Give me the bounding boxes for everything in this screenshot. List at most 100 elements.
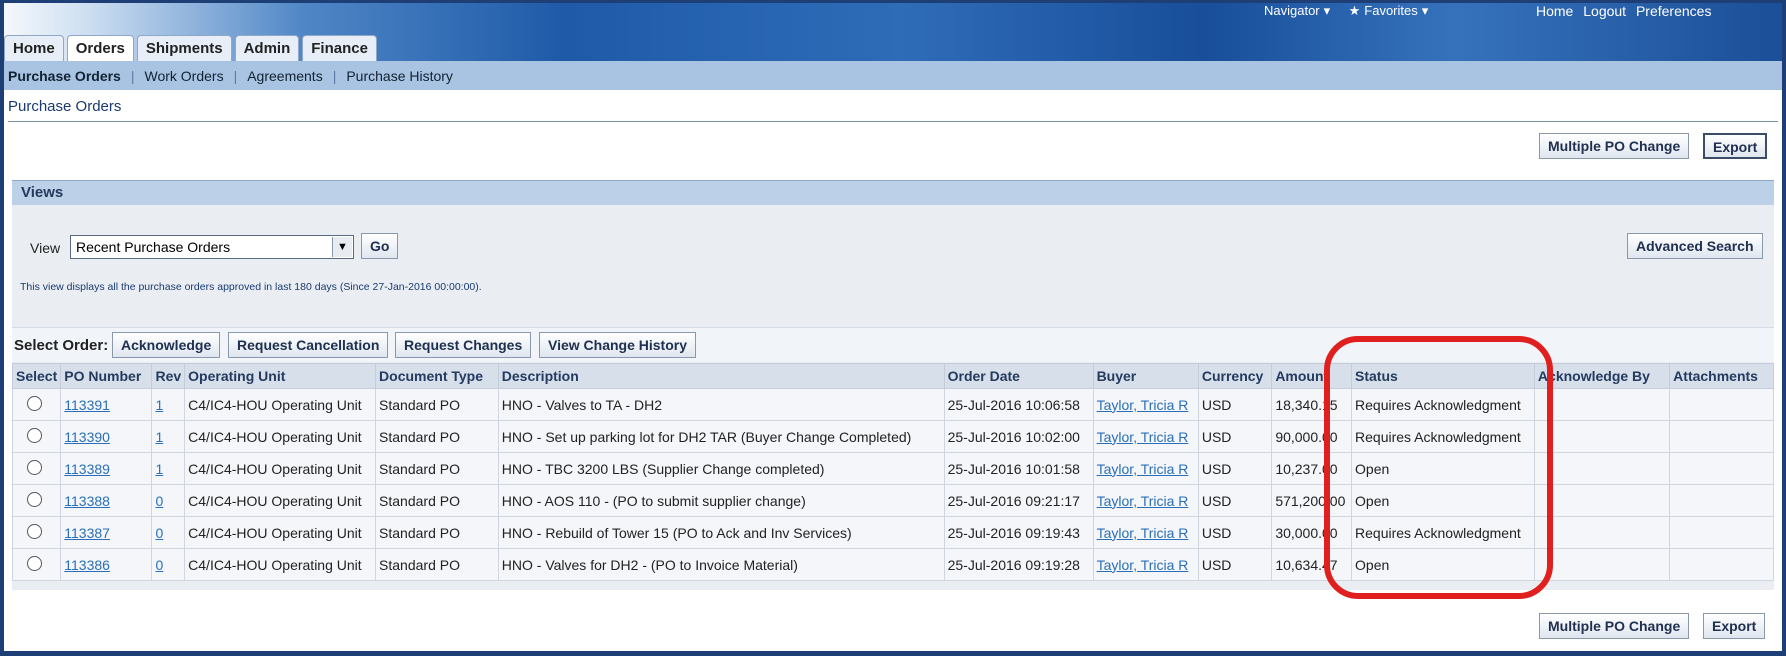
operating-unit: C4/IC4-HOU Operating Unit [184,420,377,453]
document-type: Standard PO [375,516,499,549]
app-window: Navigator ▾ ★ Favorites ▾ Home Logout Prefe… [4,3,1782,651]
buyer-link[interactable]: Taylor, Tricia R [1092,420,1199,453]
views-header: Views [12,180,1774,206]
attachments [1669,388,1774,421]
col-currency[interactable]: Currency [1197,363,1273,389]
acknowledge-by [1533,452,1671,485]
operating-unit: C4/IC4-HOU Operating Unit [184,484,377,517]
po-number-link[interactable]: 113389 [60,452,153,485]
order-date: 25-Jul-2016 10:02:00 [943,420,1094,453]
operating-unit: C4/IC4-HOU Operating Unit [184,548,377,581]
buyer-link[interactable]: Taylor, Tricia R [1092,388,1199,421]
currency: USD [1197,484,1273,517]
acknowledge-button[interactable]: Acknowledge [112,332,221,358]
select-radio[interactable] [27,555,42,571]
description: HNO - AOS 110 - (PO to submit supplier c… [497,484,945,517]
col-operating-unit[interactable]: Operating Unit [184,363,377,389]
acknowledge-by [1533,484,1671,517]
go-button[interactable]: Go [361,233,399,259]
status-highlight-annotation [1324,336,1553,599]
col-description[interactable]: Description [497,363,945,389]
order-date: 25-Jul-2016 09:19:43 [943,516,1094,549]
revision-link[interactable]: 0 [151,548,186,581]
order-date: 25-Jul-2016 09:19:28 [943,548,1094,581]
col-acknowledge-by[interactable]: Acknowledge By [1533,363,1671,389]
currency: USD [1197,548,1273,581]
buyer-link[interactable]: Taylor, Tricia R [1092,484,1199,517]
acknowledge-by [1533,516,1671,549]
logout-link[interactable]: Logout [1583,3,1626,19]
description: HNO - Valves for DH2 - (PO to Invoice Ma… [497,548,945,581]
revision-link[interactable]: 0 [151,516,186,549]
header-banner: Navigator ▾ ★ Favorites ▾ Home Logout Prefe… [4,3,1782,62]
operating-unit: C4/IC4-HOU Operating Unit [184,516,377,549]
multiple-po-change-button-bottom[interactable]: Multiple PO Change [1539,613,1690,639]
acknowledge-by [1533,388,1671,421]
buyer-link[interactable]: Taylor, Tricia R [1092,516,1199,549]
po-number-link[interactable]: 113386 [60,548,153,581]
tab-home[interactable]: Home [4,35,64,62]
subnav-purchase-orders[interactable]: Purchase Orders [4,68,131,84]
tab-finance[interactable]: Finance [302,35,377,62]
col-buyer[interactable]: Buyer [1092,363,1199,389]
request-cancellation-button[interactable]: Request Cancellation [228,332,389,358]
request-changes-button[interactable]: Request Changes [395,332,532,358]
page-title: Purchase Orders [8,98,122,115]
po-number-link[interactable]: 113391 [60,388,153,421]
view-select[interactable]: Recent Purchase Orders ▼ [70,235,354,259]
subnav-work-orders[interactable]: Work Orders [134,68,233,84]
currency: USD [1197,452,1273,485]
navigator-menu[interactable]: Navigator [1264,3,1320,18]
title-divider [8,121,1778,122]
global-menus: Navigator ▾ ★ Favorites ▾ [1264,3,1432,21]
subnav-purchase-history[interactable]: Purchase History [336,68,463,84]
multiple-po-change-button[interactable]: Multiple PO Change [1539,133,1690,159]
acknowledge-by [1533,548,1671,581]
col-order-date[interactable]: Order Date [943,363,1094,389]
select-radio[interactable] [27,491,42,507]
col-rev[interactable]: Rev [151,363,186,389]
po-number-link[interactable]: 113390 [60,420,153,453]
po-number-link[interactable]: 113387 [60,516,153,549]
views-title: Views [21,184,64,201]
operating-unit: C4/IC4-HOU Operating Unit [184,452,377,485]
description: HNO - TBC 3200 LBS (Supplier Change comp… [497,452,945,485]
order-date: 25-Jul-2016 09:21:17 [943,484,1094,517]
view-description: This view displays all the purchase orde… [20,281,482,293]
tab-admin[interactable]: Admin [234,35,300,62]
select-radio[interactable] [27,459,42,475]
sub-navigation: Purchase Orders | Work Orders | Agreemen… [4,61,1782,90]
revision-link[interactable]: 1 [151,452,186,485]
export-button[interactable]: Export [1703,133,1768,159]
favorites-menu[interactable]: Favorites [1364,3,1417,18]
attachments [1669,420,1774,453]
select-radio[interactable] [27,427,42,443]
advanced-search-button[interactable]: Advanced Search [1627,233,1763,259]
subnav-agreements[interactable]: Agreements [237,68,332,84]
po-number-link[interactable]: 113388 [60,484,153,517]
select-radio[interactable] [27,395,42,411]
tab-shipments[interactable]: Shipments [136,35,232,62]
view-label: View [30,240,61,256]
document-type: Standard PO [375,484,499,517]
home-link[interactable]: Home [1536,3,1573,19]
revision-link[interactable]: 1 [151,388,186,421]
revision-link[interactable]: 1 [151,420,186,453]
revision-link[interactable]: 0 [151,484,186,517]
col-document-type[interactable]: Document Type [375,363,499,389]
main-tabs: Home Orders Shipments Admin Finance [4,35,380,62]
tab-orders[interactable]: Orders [66,35,134,62]
document-type: Standard PO [375,548,499,581]
chevron-down-icon[interactable]: ▼ [332,237,352,257]
col-po-number[interactable]: PO Number [60,363,153,389]
attachments [1669,516,1774,549]
document-type: Standard PO [375,420,499,453]
export-button-bottom[interactable]: Export [1703,613,1766,639]
document-type: Standard PO [375,452,499,485]
preferences-link[interactable]: Preferences [1636,3,1711,19]
view-change-history-button[interactable]: View Change History [539,332,697,358]
description: HNO - Set up parking lot for DH2 TAR (Bu… [497,420,945,453]
buyer-link[interactable]: Taylor, Tricia R [1092,452,1199,485]
select-radio[interactable] [27,523,42,539]
buyer-link[interactable]: Taylor, Tricia R [1092,548,1199,581]
